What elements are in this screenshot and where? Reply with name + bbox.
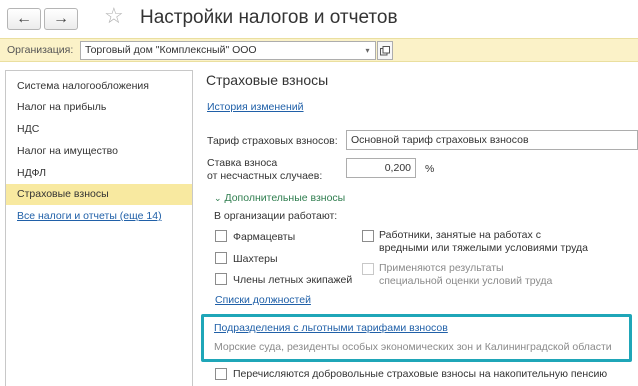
voluntary-pension-checkbox[interactable] bbox=[215, 368, 227, 380]
pharmacists-checkbox[interactable] bbox=[215, 230, 227, 242]
sidebar-item-insurance[interactable]: Страховые взносы bbox=[6, 184, 192, 205]
rate-label-line1: Ставка взноса bbox=[207, 157, 278, 169]
preferential-divisions-link[interactable]: Подразделения с льготными тарифами взнос… bbox=[214, 322, 448, 334]
aircrew-label: Члены летных экипажей bbox=[233, 274, 353, 286]
special-assessment-label-line1: Применяются результаты bbox=[379, 262, 504, 274]
extra-contributions-group[interactable]: ⌄ Дополнительные взносы bbox=[214, 192, 345, 204]
history-link[interactable]: История изменений bbox=[207, 101, 304, 113]
sidebar-item-vat[interactable]: НДС bbox=[6, 119, 192, 140]
positions-list-link[interactable]: Списки должностей bbox=[215, 294, 311, 306]
voluntary-pension-label: Перечисляются добровольные страховые взн… bbox=[233, 368, 608, 380]
special-assessment-label-line2: специальной оценки условий труда bbox=[379, 275, 553, 287]
special-assessment-checkbox[interactable] bbox=[362, 263, 374, 275]
hazardous-work-checkbox[interactable] bbox=[362, 230, 374, 242]
window-title: Настройки налогов и отчетов bbox=[140, 7, 398, 28]
arrow-left-icon: ← bbox=[16, 10, 32, 27]
settings-sidebar: Система налогообложения Налог на прибыль… bbox=[5, 70, 193, 386]
open-organization-button[interactable] bbox=[377, 41, 393, 60]
sidebar-item-property-tax[interactable]: Налог на имущество bbox=[6, 141, 192, 162]
hazardous-work-label-line1: Работники, занятые на работах с bbox=[379, 229, 541, 241]
forward-button[interactable]: → bbox=[44, 8, 78, 30]
back-button[interactable]: ← bbox=[7, 8, 41, 30]
chevron-down-icon: ⌄ bbox=[214, 193, 222, 203]
rate-unit: % bbox=[425, 163, 435, 175]
hazardous-work-label-line2: вредными или тяжелыми условиями труда bbox=[379, 242, 588, 254]
org-works-label: В организации работают: bbox=[214, 210, 338, 222]
sidebar-item-profit-tax[interactable]: Налог на прибыль bbox=[6, 97, 192, 118]
miners-label: Шахтеры bbox=[233, 253, 278, 265]
sidebar-item-taxation-system[interactable]: Система налогообложения bbox=[6, 76, 192, 97]
open-window-icon bbox=[380, 45, 390, 55]
miners-checkbox[interactable] bbox=[215, 252, 227, 264]
arrow-right-icon: → bbox=[53, 10, 69, 27]
organization-label: Организация: bbox=[7, 44, 74, 56]
aircrew-checkbox[interactable] bbox=[215, 273, 227, 285]
preferential-divisions-note: Морские суда, резиденты особых экономиче… bbox=[214, 341, 612, 353]
tariff-field[interactable]: Основной тариф страховых взносов bbox=[346, 130, 638, 150]
rate-field[interactable]: 0,200 bbox=[346, 158, 416, 178]
tariff-label: Тариф страховых взносов: bbox=[207, 135, 338, 147]
pharmacists-label: Фармацевты bbox=[233, 231, 296, 243]
all-taxes-link[interactable]: Все налоги и отчеты (еще 14) bbox=[17, 210, 162, 222]
section-title: Страховые взносы bbox=[206, 72, 329, 88]
rate-label-line2: от несчастных случаев: bbox=[207, 170, 323, 182]
sidebar-item-ndfl[interactable]: НДФЛ bbox=[6, 163, 192, 184]
extra-contributions-label: Дополнительные взносы bbox=[224, 192, 346, 204]
favorite-star-icon[interactable]: ☆ bbox=[104, 5, 124, 27]
chevron-down-icon[interactable]: ▾ bbox=[360, 42, 375, 59]
organization-field[interactable]: Торговый дом "Комплексный" ООО bbox=[80, 41, 376, 60]
sidebar-item-all-taxes[interactable]: Все налоги и отчеты (еще 14) bbox=[6, 206, 192, 227]
